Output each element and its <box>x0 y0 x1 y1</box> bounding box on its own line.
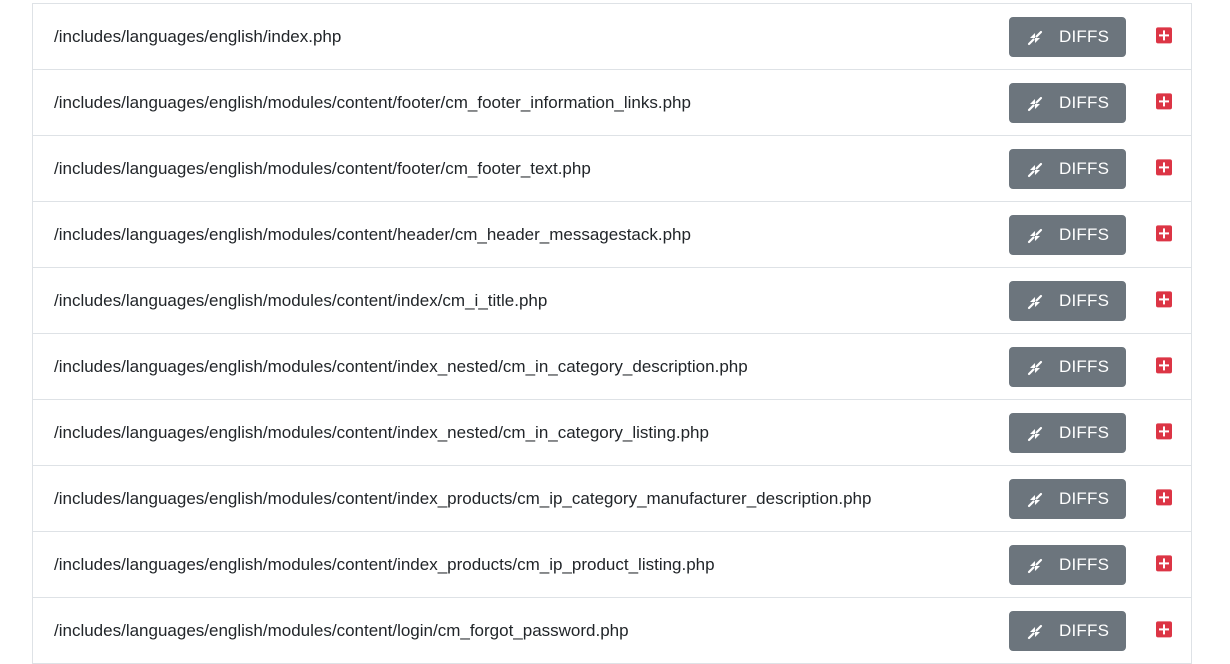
file-path: /includes/languages/english/modules/cont… <box>54 488 872 508</box>
compress-arrows-icon <box>1027 426 1043 441</box>
diffs-button[interactable]: DIFFS <box>1009 412 1126 453</box>
compress-arrows-icon <box>1027 492 1043 507</box>
file-row: /includes/languages/english/modules/cont… <box>33 136 1191 202</box>
plus-square-icon[interactable] <box>1156 92 1172 109</box>
file-row: /includes/languages/english/modules/cont… <box>33 400 1191 466</box>
diffs-button[interactable]: DIFFS <box>1009 16 1126 57</box>
diffs-label: DIFFS <box>1059 26 1110 46</box>
file-row: /includes/languages/english/modules/cont… <box>33 334 1191 400</box>
plus-square-icon[interactable] <box>1156 422 1172 439</box>
diffs-label: DIFFS <box>1059 92 1110 112</box>
file-row: /includes/languages/english/index.php DI… <box>33 4 1191 70</box>
plus-square-icon[interactable] <box>1156 224 1172 241</box>
file-row: /includes/languages/english/modules/cont… <box>33 598 1191 664</box>
file-list: /includes/languages/english/index.php DI… <box>32 3 1192 664</box>
compress-arrows-icon <box>1027 294 1043 309</box>
diffs-button[interactable]: DIFFS <box>1009 544 1126 585</box>
diffs-button[interactable]: DIFFS <box>1009 280 1126 321</box>
file-path: /includes/languages/english/modules/cont… <box>54 92 691 112</box>
diffs-button[interactable]: DIFFS <box>1009 478 1126 519</box>
file-row: /includes/languages/english/modules/cont… <box>33 532 1191 598</box>
compress-arrows-icon <box>1027 96 1043 111</box>
plus-square-icon[interactable] <box>1156 26 1172 43</box>
file-path: /includes/languages/english/modules/cont… <box>54 422 709 442</box>
diffs-label: DIFFS <box>1059 290 1110 310</box>
file-row: /includes/languages/english/modules/cont… <box>33 466 1191 532</box>
file-path: /includes/languages/english/modules/cont… <box>54 158 591 178</box>
file-row: /includes/languages/english/modules/cont… <box>33 202 1191 268</box>
diffs-label: DIFFS <box>1059 158 1110 178</box>
file-path: /includes/languages/english/modules/cont… <box>54 224 691 244</box>
diffs-label: DIFFS <box>1059 620 1110 640</box>
compress-arrows-icon <box>1027 228 1043 243</box>
diffs-button[interactable]: DIFFS <box>1009 214 1126 255</box>
compress-arrows-icon <box>1027 30 1043 45</box>
compress-arrows-icon <box>1027 558 1043 573</box>
plus-square-icon[interactable] <box>1156 158 1172 175</box>
plus-square-icon[interactable] <box>1156 488 1172 505</box>
diffs-label: DIFFS <box>1059 554 1110 574</box>
file-path: /includes/languages/english/modules/cont… <box>54 620 629 640</box>
diffs-label: DIFFS <box>1059 422 1110 442</box>
diffs-button[interactable]: DIFFS <box>1009 346 1126 387</box>
compress-arrows-icon <box>1027 162 1043 177</box>
diffs-button[interactable]: DIFFS <box>1009 82 1126 123</box>
file-path: /includes/languages/english/modules/cont… <box>54 554 715 574</box>
diffs-button[interactable]: DIFFS <box>1009 610 1126 651</box>
diffs-label: DIFFS <box>1059 356 1110 376</box>
compress-arrows-icon <box>1027 624 1043 639</box>
file-row: /includes/languages/english/modules/cont… <box>33 70 1191 136</box>
diffs-label: DIFFS <box>1059 224 1110 244</box>
file-row: /includes/languages/english/modules/cont… <box>33 268 1191 334</box>
plus-square-icon[interactable] <box>1156 554 1172 571</box>
plus-square-icon[interactable] <box>1156 620 1172 637</box>
file-path: /includes/languages/english/index.php <box>54 26 342 46</box>
diffs-button[interactable]: DIFFS <box>1009 148 1126 189</box>
file-path: /includes/languages/english/modules/cont… <box>54 290 548 310</box>
compress-arrows-icon <box>1027 360 1043 375</box>
plus-square-icon[interactable] <box>1156 356 1172 373</box>
file-path: /includes/languages/english/modules/cont… <box>54 356 748 376</box>
diffs-label: DIFFS <box>1059 488 1110 508</box>
plus-square-icon[interactable] <box>1156 290 1172 307</box>
